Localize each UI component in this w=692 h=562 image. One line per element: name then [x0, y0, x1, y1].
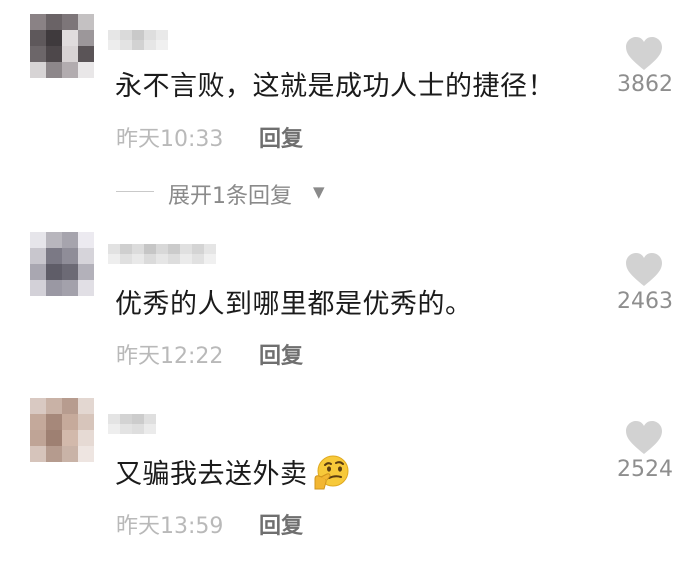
like-count: 2524: [617, 457, 673, 482]
comment-timestamp: 昨天13:59: [116, 514, 224, 539]
avatar[interactable]: [30, 398, 94, 462]
thinking-face-emoji: [314, 455, 348, 489]
avatar[interactable]: [30, 14, 94, 78]
username[interactable]: [108, 414, 156, 434]
avatar[interactable]: [30, 232, 94, 296]
comment-text: 又骗我去送外卖: [115, 452, 350, 494]
comment-text-content: 又骗我去送外卖: [115, 459, 308, 490]
reply-button[interactable]: 回复: [259, 508, 303, 540]
like-count: 3862: [617, 72, 673, 97]
heart-icon[interactable]: [624, 420, 664, 456]
comment-text: 永不言败，这就是成功人士的捷径！: [115, 71, 555, 102]
username[interactable]: [108, 30, 168, 50]
expand-replies-button[interactable]: 展开1条回复 ▼: [116, 176, 346, 209]
like-count: 2463: [617, 289, 673, 314]
divider-line: [116, 191, 154, 192]
reply-button[interactable]: 回复: [259, 121, 303, 153]
comment-timestamp: 昨天12:22: [116, 344, 224, 369]
heart-icon[interactable]: [624, 36, 664, 72]
username[interactable]: [108, 244, 216, 264]
reply-button[interactable]: 回复: [259, 338, 303, 370]
comment-text: 优秀的人到哪里都是优秀的。: [115, 289, 473, 320]
expand-replies-label: 展开1条回复: [168, 184, 292, 209]
heart-icon[interactable]: [624, 252, 664, 288]
caret-down-icon: ▼: [313, 183, 325, 201]
comment-timestamp: 昨天10:33: [116, 127, 224, 152]
